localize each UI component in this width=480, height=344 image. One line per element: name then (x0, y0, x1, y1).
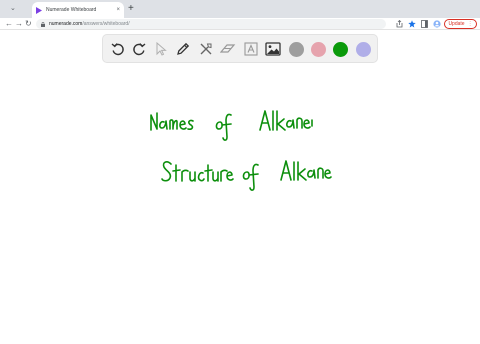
update-button[interactable]: Update ⋮ (444, 19, 477, 29)
back-arrow-icon[interactable]: ← (5, 18, 13, 30)
numerade-favicon-icon (36, 6, 42, 14)
handwriting-layer (150, 110, 332, 191)
address-bar[interactable]: numerade.com /answers/whiteboard/ (36, 19, 386, 29)
bookmark-star-icon[interactable] (408, 20, 416, 28)
forward-arrow-icon[interactable]: → (15, 18, 23, 30)
more-menu-icon: ⋮ (467, 21, 473, 27)
tab-title: Numerade Whiteboard (46, 7, 97, 13)
url-host: numerade.com (49, 21, 83, 27)
reload-icon[interactable]: ↻ (25, 18, 32, 30)
browser-tab-whiteboard[interactable]: Numerade Whiteboard × (32, 2, 124, 18)
handwriting-line-names-of-alkanes (150, 110, 313, 141)
update-label: Update (448, 21, 465, 27)
tab-close-icon[interactable]: × (116, 7, 120, 13)
browser-tab-strip: ⌄ Numerade Whiteboard × + (0, 0, 480, 18)
tab-search-icon[interactable]: ⌄ (10, 4, 16, 12)
profile-avatar-icon[interactable] (433, 20, 441, 28)
side-panel-icon[interactable] (421, 20, 428, 28)
whiteboard-canvas[interactable] (0, 31, 480, 344)
url-path: /answers/whiteboard/ (82, 21, 130, 27)
share-icon[interactable] (396, 20, 403, 28)
browser-toolbar: ← → ↻ numerade.com /answers/whiteboard/ … (0, 18, 480, 30)
handwriting-line-structure-of-alkanes (161, 160, 332, 191)
lock-icon (41, 21, 45, 27)
new-tab-button[interactable]: + (128, 3, 134, 15)
